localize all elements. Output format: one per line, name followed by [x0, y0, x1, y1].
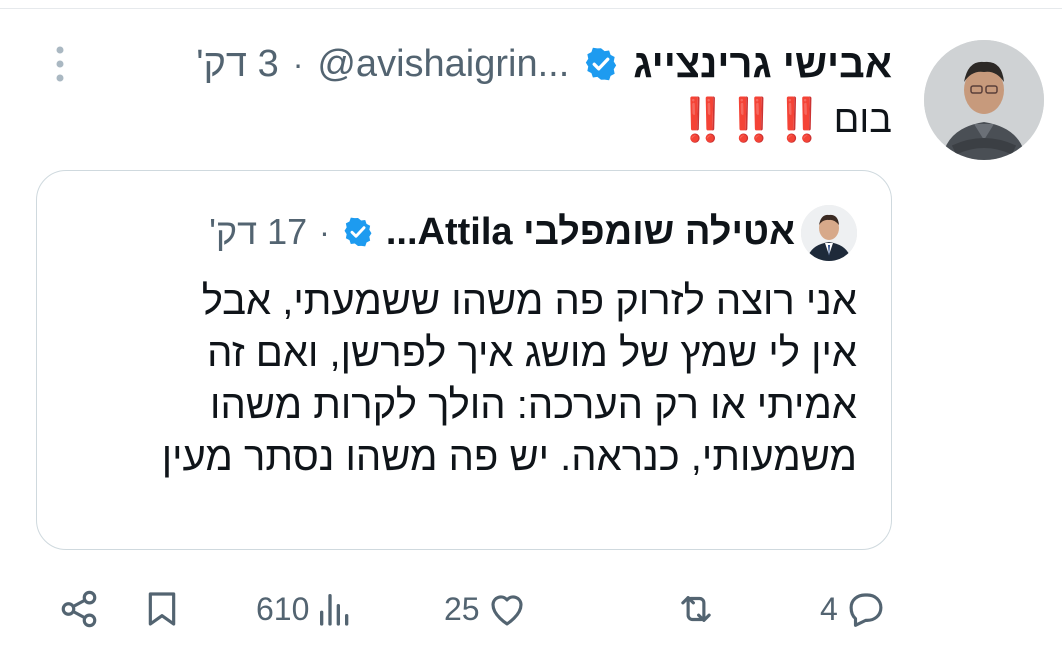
separator-dot: ·: [292, 45, 304, 82]
bookmark-icon: [148, 592, 176, 626]
avatar[interactable]: [924, 40, 1044, 160]
quoted-avatar[interactable]: [801, 205, 857, 261]
quoted-timestamp[interactable]: 17 דק': [209, 211, 307, 253]
quoted-header: אטילה שומפלבי Attila... · 17 דק': [209, 207, 795, 257]
like-button[interactable]: 25: [444, 588, 528, 630]
tweet-body: בום: [833, 99, 892, 141]
double-exclamation-emoji: ‼️‼️‼️: [676, 96, 826, 143]
retweet-button[interactable]: [666, 588, 720, 630]
quoted-line: אמיתי או רק הערכה: הולך לקרות משהו: [210, 383, 857, 427]
like-icon: [491, 595, 523, 626]
views-icon: [320, 594, 349, 626]
separator-dot: ·: [319, 213, 330, 250]
quoted-line: משמעותי, כנראה. יש פה משהו נסתר מעין: [161, 435, 857, 479]
bookmark-button[interactable]: [142, 588, 182, 630]
more-vertical-icon[interactable]: [52, 44, 68, 84]
reply-button[interactable]: 4: [820, 588, 888, 630]
share-icon: [61, 590, 97, 628]
quoted-line: אין לי שמץ של מושג איך לפרשן, ואם זה: [207, 331, 857, 375]
quoted-text: אני רוצה לזרוק פה משהו ששמעתי, אבל אין ל…: [57, 275, 857, 483]
author-name[interactable]: אבישי גרינצייג: [633, 42, 892, 87]
views-button[interactable]: 610: [256, 588, 355, 630]
tweet-text: בום ‼️‼️‼️: [677, 96, 892, 145]
author-handle[interactable]: @avishaigrin...: [317, 43, 569, 86]
quoted-tweet-card[interactable]: אטילה שומפלבי Attila... · 17 דק' אני רוצ…: [36, 170, 892, 550]
share-button[interactable]: [58, 588, 100, 630]
action-bar: 610 25 4: [0, 580, 1062, 640]
top-divider: [0, 8, 1062, 9]
replies-count: 4: [820, 590, 838, 627]
views-count: 610: [256, 590, 310, 627]
reply-icon: [849, 593, 883, 627]
verified-badge-icon: [344, 217, 372, 247]
retweet-icon: [681, 596, 711, 622]
quoted-author-name[interactable]: אטילה שומפלבי Attila...: [386, 211, 795, 254]
quoted-line: אני רוצה לזרוק פה משהו ששמעתי, אבל: [201, 279, 857, 323]
tweet-header: אבישי גרינצייג @avishaigrin... · 3 דק': [196, 36, 892, 92]
verified-badge-icon: [586, 47, 617, 81]
tweet-timestamp[interactable]: 3 דק': [196, 43, 278, 86]
likes-count: 25: [444, 590, 480, 627]
